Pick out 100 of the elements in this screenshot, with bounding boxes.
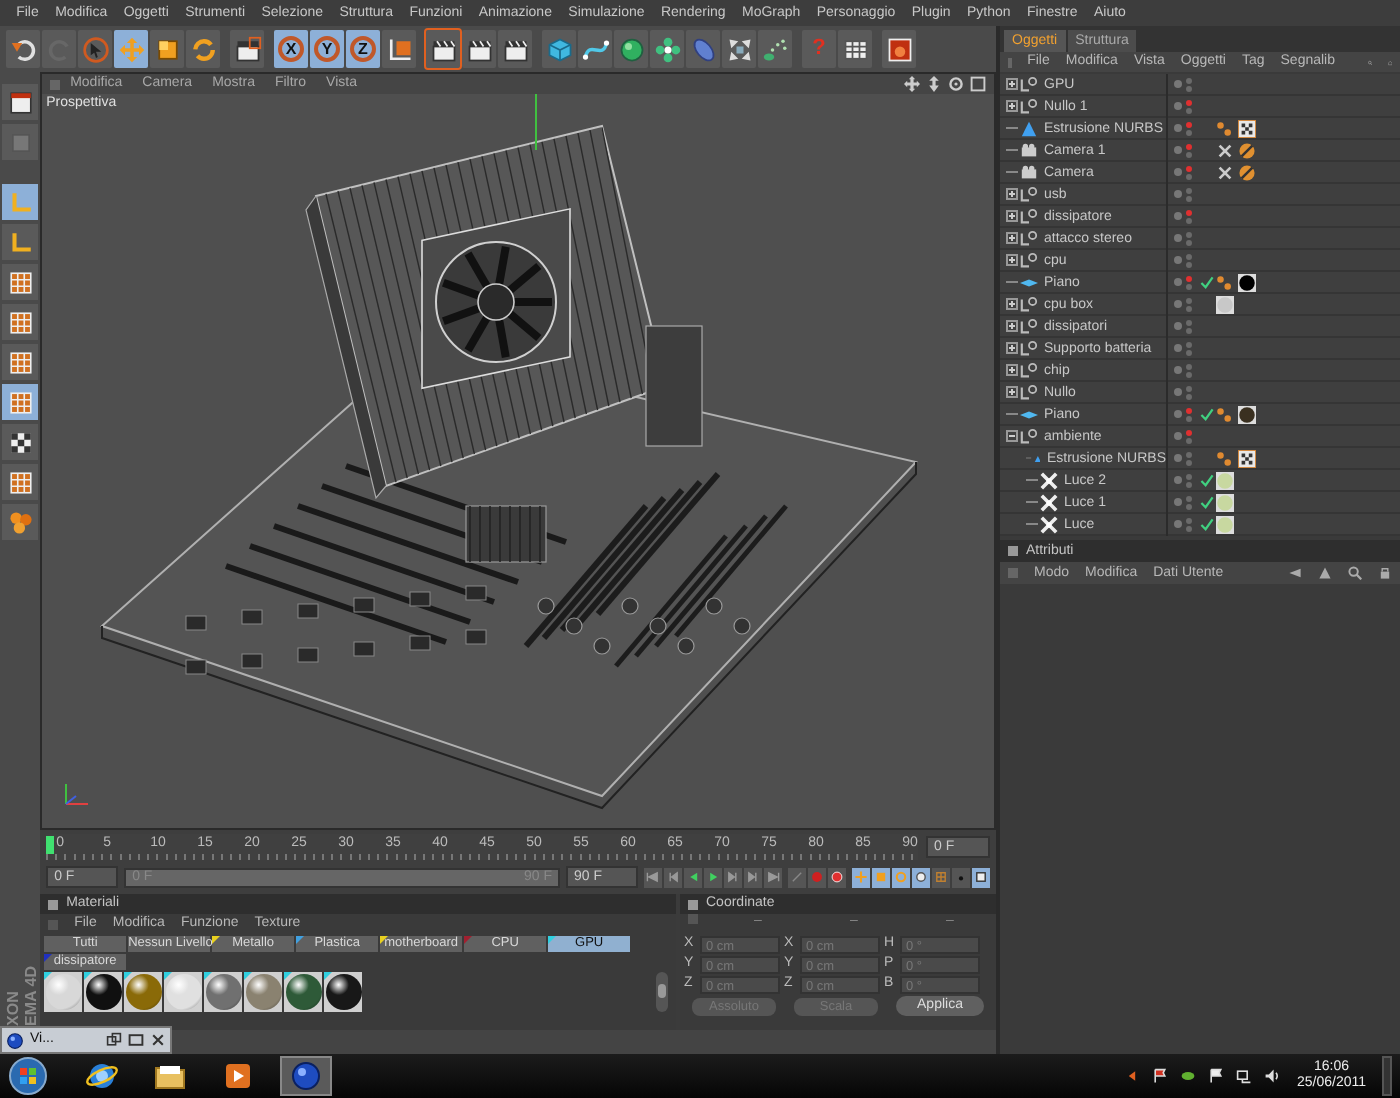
toolbar-button[interactable]: Y [310, 30, 344, 68]
render-dot[interactable] [1174, 80, 1182, 88]
visibility-dot[interactable] [1186, 429, 1192, 435]
timeline-button[interactable] [684, 867, 702, 887]
visibility-dot[interactable] [1186, 451, 1192, 457]
phong-tag-icon[interactable] [1216, 273, 1234, 291]
timeline-button[interactable] [892, 867, 910, 887]
expand-toggle[interactable] [1006, 342, 1018, 354]
visibility-dot[interactable] [1186, 231, 1192, 237]
timeline-button[interactable] [644, 867, 662, 887]
tool-button[interactable] [2, 84, 38, 120]
toolbar-button[interactable] [382, 30, 416, 68]
orbit-icon[interactable] [948, 76, 964, 92]
render-dot[interactable] [1174, 366, 1182, 374]
visibility-dot[interactable] [1186, 319, 1192, 325]
expand-toggle[interactable] [1006, 254, 1018, 266]
render-dot[interactable] [1174, 102, 1182, 110]
material-tag-icon[interactable] [1238, 405, 1256, 423]
expand-toggle[interactable] [1006, 232, 1018, 244]
expand-toggle[interactable] [1006, 298, 1018, 310]
toolbar-button[interactable] [882, 30, 916, 68]
render-dot[interactable] [1174, 476, 1182, 484]
texture-tag-icon[interactable] [1238, 449, 1256, 467]
toolbar-button[interactable] [230, 30, 264, 68]
visibility-dot[interactable] [1186, 187, 1192, 193]
phong-tag-icon[interactable] [1216, 405, 1234, 423]
playhead[interactable] [46, 836, 55, 854]
render-dot[interactable] [1174, 388, 1182, 396]
tool-button[interactable] [2, 424, 38, 460]
visibility-dot[interactable] [1186, 253, 1192, 259]
eye-icon[interactable] [1180, 1068, 1197, 1084]
render-dot[interactable] [1174, 432, 1182, 440]
render-dot[interactable] [1174, 146, 1182, 154]
render-dot[interactable] [1174, 212, 1182, 220]
flag-icon[interactable] [1152, 1068, 1169, 1084]
visibility-dot[interactable] [1186, 275, 1192, 281]
visibility-dot[interactable] [1186, 77, 1192, 83]
expand-toggle[interactable] [1006, 430, 1018, 442]
visibility-dot[interactable] [1186, 341, 1192, 347]
cross-tag-icon[interactable] [1216, 163, 1234, 181]
expand-toggle[interactable] [1006, 100, 1018, 112]
timeline-button[interactable] [912, 867, 930, 887]
move-arrows-icon[interactable] [904, 76, 920, 92]
timeline-button[interactable] [828, 867, 846, 887]
toolbar-button[interactable] [722, 30, 756, 68]
visibility-dot[interactable] [1186, 209, 1192, 215]
start-button[interactable] [8, 1056, 48, 1096]
phong-tag-icon[interactable] [1216, 119, 1234, 137]
render-dot[interactable] [1174, 278, 1182, 286]
visibility-dot[interactable] [1186, 407, 1192, 413]
render-dot[interactable] [1174, 498, 1182, 506]
phong-tag-icon[interactable] [1216, 449, 1234, 467]
protection-tag-icon[interactable] [1238, 141, 1256, 159]
protection-tag-icon[interactable] [1238, 163, 1256, 181]
visibility-dot[interactable] [1186, 517, 1192, 523]
timeline-button[interactable] [724, 867, 742, 887]
expand-toggle[interactable] [1006, 78, 1018, 90]
tool-button[interactable] [2, 464, 38, 500]
material-tag-icon[interactable] [1216, 471, 1234, 489]
toolbar-button[interactable] [426, 30, 460, 68]
expand-toggle[interactable] [1006, 386, 1018, 398]
toolbar-button[interactable]: Z [346, 30, 380, 68]
timeline-button[interactable] [704, 867, 722, 887]
caret-icon[interactable] [1124, 1068, 1141, 1084]
toolbar-button[interactable] [6, 30, 40, 68]
material-tag-icon[interactable] [1238, 273, 1256, 291]
visibility-dot[interactable] [1186, 363, 1192, 369]
down-arrows-icon[interactable] [926, 76, 942, 92]
render-dot[interactable] [1174, 410, 1182, 418]
timeline-button[interactable] [764, 867, 782, 887]
maximize-icon[interactable] [128, 1032, 144, 1048]
toolbar-button[interactable] [650, 30, 684, 68]
material-tag-icon[interactable] [1216, 295, 1234, 313]
network-icon[interactable] [1236, 1068, 1253, 1084]
speaker-icon[interactable] [1264, 1068, 1281, 1084]
visibility-dot[interactable] [1186, 165, 1192, 171]
taskbar-app[interactable] [280, 1056, 332, 1096]
toolbar-button[interactable] [578, 30, 612, 68]
render-dot[interactable] [1174, 322, 1182, 330]
timeline-button[interactable] [972, 867, 990, 887]
expand-toggle[interactable] [1006, 320, 1018, 332]
close-icon[interactable] [150, 1032, 166, 1048]
toolbar-button[interactable] [838, 30, 872, 68]
render-dot[interactable] [1174, 190, 1182, 198]
render-dot[interactable] [1174, 300, 1182, 308]
render-dot[interactable] [1174, 520, 1182, 528]
render-dot[interactable] [1174, 344, 1182, 352]
tool-button[interactable] [2, 304, 38, 340]
visibility-dot[interactable] [1186, 385, 1192, 391]
visibility-dot[interactable] [1186, 143, 1192, 149]
expand-toggle[interactable] [1006, 364, 1018, 376]
render-dot[interactable] [1174, 168, 1182, 176]
expand-toggle[interactable] [1006, 188, 1018, 200]
restore-icon[interactable] [106, 1032, 122, 1048]
texture-tag-icon[interactable] [1238, 119, 1256, 137]
expand-toggle[interactable] [1006, 210, 1018, 222]
toolbar-button[interactable] [462, 30, 496, 68]
toolbar-button[interactable] [498, 30, 532, 68]
toolbar-button[interactable]: X [274, 30, 308, 68]
visibility-dot[interactable] [1186, 297, 1192, 303]
